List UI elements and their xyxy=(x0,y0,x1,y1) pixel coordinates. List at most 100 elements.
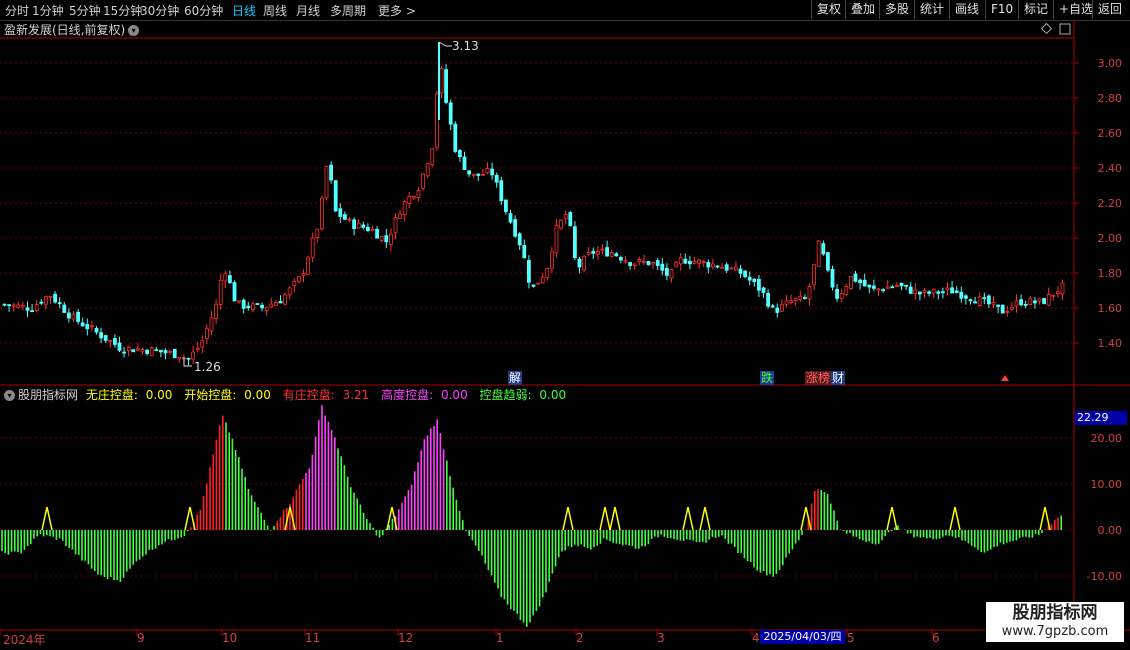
x-label: 10 xyxy=(222,631,238,645)
candle-body xyxy=(241,299,246,309)
y-tick-label: 2.60 xyxy=(1098,127,1123,140)
indicator-y-tick: 20.00 xyxy=(1091,432,1123,445)
candle-body xyxy=(816,240,821,267)
x-label: 11 xyxy=(305,631,321,645)
candle-body xyxy=(573,226,577,259)
candle-body xyxy=(835,289,839,299)
candle-body xyxy=(945,287,950,291)
candle-body xyxy=(559,219,563,229)
candle-body xyxy=(296,276,301,283)
period-tab-15min[interactable]: 15分钟 xyxy=(103,2,142,19)
multi-stock-button[interactable]: 多股 xyxy=(879,0,914,19)
event-tag-fall[interactable]: 跌 xyxy=(760,371,775,385)
candle-body xyxy=(260,304,265,309)
event-tag-unlock[interactable]: 解 xyxy=(508,371,523,385)
candle-body xyxy=(25,307,30,311)
signal-spike xyxy=(800,506,812,531)
period-tab-multi[interactable]: 多周期 xyxy=(330,2,366,19)
candle-body xyxy=(430,148,435,165)
candle-body xyxy=(444,69,449,103)
period-tab-more[interactable]: 更多 > xyxy=(378,2,416,19)
chart-canvas[interactable]: 3.002.802.602.402.202.001.801.601.4020.0… xyxy=(0,0,1130,650)
candle-body xyxy=(715,265,720,268)
y-tick-label: 2.80 xyxy=(1098,92,1123,105)
indicator-item-value: 0.00 xyxy=(145,388,173,402)
candle-body xyxy=(11,304,16,307)
candle-body xyxy=(600,248,605,251)
candle-body xyxy=(329,164,334,181)
overlay-button[interactable]: 叠加 xyxy=(845,0,880,19)
watermark-title: 股朋指标网 xyxy=(1012,603,1098,623)
candle-body xyxy=(844,286,849,296)
candle-body xyxy=(177,357,182,360)
period-tab-60min[interactable]: 60分钟 xyxy=(184,2,223,19)
period-tab-weekly[interactable]: 周线 xyxy=(263,2,287,19)
candle-body xyxy=(324,166,329,199)
restore-rights-button[interactable]: 复权 xyxy=(811,0,846,19)
period-tab-5min[interactable]: 5分钟 xyxy=(69,2,101,19)
candle-body xyxy=(94,327,99,333)
candle-body xyxy=(724,264,729,271)
period-tab-monthly[interactable]: 月线 xyxy=(296,2,320,19)
candle-body xyxy=(204,328,209,339)
statistics-button[interactable]: 统计 xyxy=(914,0,949,19)
candle-body xyxy=(550,251,554,269)
candle-body xyxy=(287,287,292,296)
candle-body xyxy=(145,349,150,354)
draw-line-button[interactable]: 画线 xyxy=(949,0,984,19)
signal-spike xyxy=(562,506,574,531)
mark-button[interactable]: 标记 xyxy=(1018,0,1053,19)
candle-body xyxy=(642,260,646,263)
f10-button[interactable]: F10 xyxy=(985,0,1018,19)
candle-body xyxy=(734,266,738,271)
candle-body xyxy=(499,180,504,202)
candle-body xyxy=(1056,291,1060,295)
period-tab-daily[interactable]: 日线 xyxy=(232,2,256,19)
watermark: 股朋指标网 www.7gpzb.com xyxy=(986,602,1124,642)
signal-spike xyxy=(699,506,711,531)
diamond-icon xyxy=(1040,22,1053,35)
period-tab-30min[interactable]: 30分钟 xyxy=(140,2,179,19)
indicator-item-0: 无庄控盘: 0.00 xyxy=(86,388,177,402)
period-tab-1min[interactable]: 1分钟 xyxy=(32,2,64,19)
cursor-date: 2025/04/03/四 xyxy=(760,630,845,644)
candle-body xyxy=(1042,298,1046,305)
indicator-item-label: 高度控盘: xyxy=(381,388,434,402)
candle-body xyxy=(665,267,669,276)
candle-body xyxy=(44,295,48,305)
candle-body xyxy=(950,287,954,294)
candle-body xyxy=(494,174,499,183)
candle-body xyxy=(476,173,481,176)
candle-body xyxy=(255,303,260,305)
candle-body xyxy=(991,302,996,305)
candle-body xyxy=(908,286,913,294)
candle-body xyxy=(99,332,103,339)
event-tag-limit-up[interactable]: 涨榜 xyxy=(805,371,832,385)
candle-body xyxy=(793,298,798,301)
signal-spike xyxy=(609,506,621,531)
candle-body xyxy=(85,324,90,330)
candle-body xyxy=(301,273,306,277)
event-tag-finance[interactable]: 财 xyxy=(831,371,846,385)
candle-body xyxy=(941,291,945,294)
candle-body xyxy=(761,287,766,293)
chevron-down-icon[interactable]: ▾ xyxy=(4,390,15,401)
back-button[interactable]: 返回 xyxy=(1092,0,1127,19)
period-tab-timeshare[interactable]: 分时 xyxy=(5,2,29,19)
candle-body xyxy=(218,279,223,305)
candle-body xyxy=(821,243,826,255)
signal-spike xyxy=(682,506,694,531)
candle-body xyxy=(379,236,384,241)
candle-body xyxy=(467,170,472,175)
candle-body xyxy=(398,213,403,219)
candle-body xyxy=(623,260,628,263)
candle-body xyxy=(439,67,444,94)
low-label: 1.26 xyxy=(194,360,221,374)
indicator-item-2: 有庄控盘: 3.21 xyxy=(283,388,374,402)
candle-body xyxy=(688,260,692,265)
candle-body xyxy=(812,264,816,285)
candle-body xyxy=(987,295,991,305)
candle-body xyxy=(122,351,126,354)
candle-body xyxy=(890,286,895,289)
chevron-down-icon[interactable]: ▾ xyxy=(128,25,140,36)
